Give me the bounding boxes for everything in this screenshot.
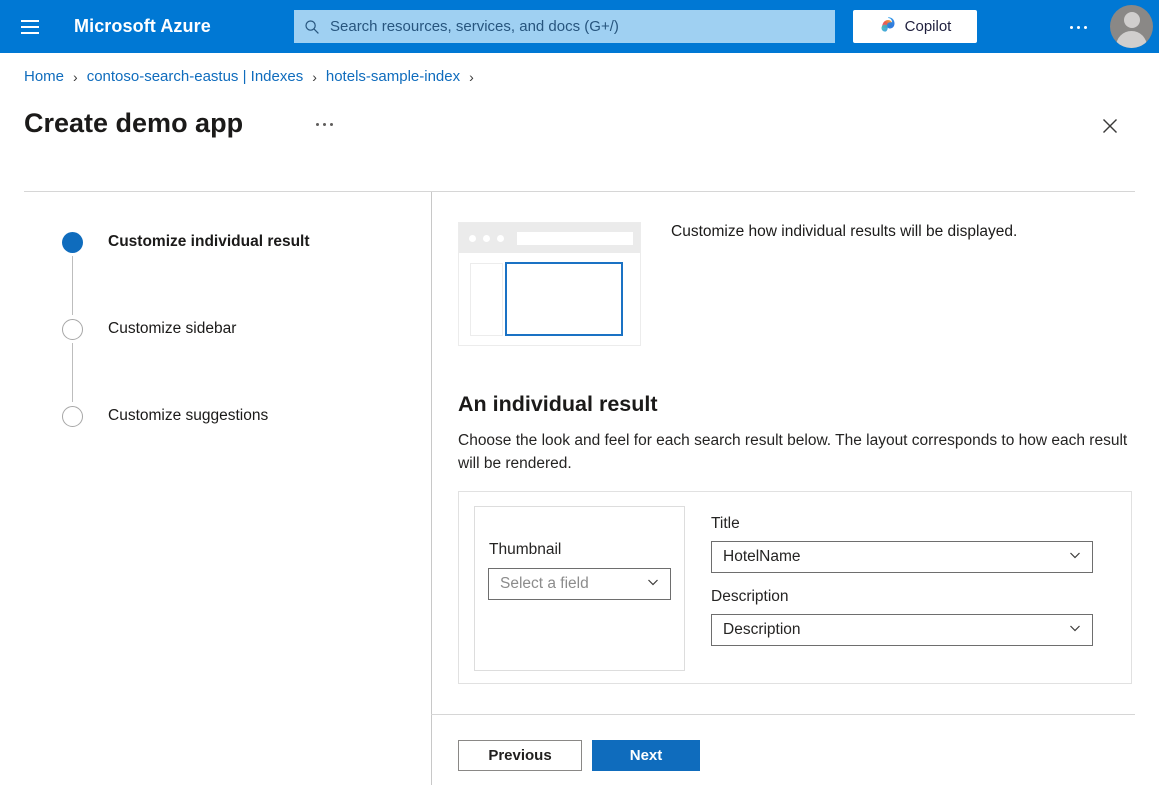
- dot: [1070, 26, 1073, 29]
- stepper-item-label: Customize sidebar: [108, 315, 236, 343]
- hamburger-icon[interactable]: [8, 0, 52, 53]
- breadcrumb-separator-icon: ›: [469, 69, 474, 85]
- hamburger-bar: [21, 20, 39, 22]
- chevron-down-icon: [646, 575, 660, 594]
- step-indicator-pending-icon: [58, 315, 86, 343]
- description-field-group: Description Description: [711, 588, 1093, 646]
- dot: [316, 123, 319, 126]
- global-search-input[interactable]: Search resources, services, and docs (G+…: [294, 10, 835, 43]
- footer-divider: [431, 714, 1135, 715]
- panel-intro-text: Customize how individual results will be…: [671, 223, 1017, 241]
- preview-browser-chrome: [459, 223, 640, 253]
- result-fields-group: Title HotelName Description Description: [711, 515, 1093, 661]
- step-connector-line: [72, 256, 74, 315]
- chevron-down-icon: [1068, 621, 1082, 640]
- section-heading: An individual result: [458, 392, 658, 417]
- avatar-head: [1124, 12, 1140, 28]
- stepper-item-label: Customize suggestions: [108, 402, 268, 430]
- thumbnail-field-box: Thumbnail Select a field: [474, 506, 685, 671]
- hamburger-bar: [21, 32, 39, 34]
- preview-dot: [497, 235, 504, 242]
- step-connector-line: [72, 343, 74, 402]
- thumbnail-select[interactable]: Select a field: [488, 568, 671, 600]
- stepper-item-customize-suggestions[interactable]: Customize suggestions: [58, 402, 310, 432]
- header-divider: [24, 191, 1135, 192]
- next-button[interactable]: Next: [592, 740, 700, 771]
- account-avatar-icon[interactable]: [1110, 5, 1153, 48]
- dot: [1084, 26, 1087, 29]
- wizard-stepper: Customize individual result Customize si…: [58, 228, 310, 432]
- preview-results-region-highlight: [505, 262, 623, 336]
- dot: [1077, 26, 1080, 29]
- preview-dot: [483, 235, 490, 242]
- copilot-icon: [879, 15, 898, 39]
- close-icon[interactable]: [1098, 114, 1122, 138]
- title-field-group: Title HotelName: [711, 515, 1093, 573]
- search-icon: [304, 19, 320, 35]
- azure-brand-label[interactable]: Microsoft Azure: [74, 16, 211, 37]
- page-more-ellipsis-icon[interactable]: [312, 119, 337, 130]
- breadcrumb-item-service[interactable]: contoso-search-eastus | Indexes: [87, 68, 304, 85]
- title-label: Title: [711, 515, 1093, 533]
- panel-vertical-divider: [431, 192, 432, 785]
- title-select[interactable]: HotelName: [711, 541, 1093, 573]
- breadcrumb-item-home[interactable]: Home: [24, 68, 64, 85]
- chevron-down-icon: [1068, 548, 1082, 567]
- copilot-label: Copilot: [905, 18, 952, 35]
- title-select-value: HotelName: [723, 548, 801, 566]
- topbar-ellipsis-icon[interactable]: [1062, 16, 1094, 38]
- dot: [330, 123, 333, 126]
- avatar-body: [1116, 31, 1147, 48]
- previous-button[interactable]: Previous: [458, 740, 582, 771]
- breadcrumb-separator-icon: ›: [73, 69, 78, 85]
- section-description: Choose the look and feel for each search…: [458, 429, 1130, 475]
- description-select[interactable]: Description: [711, 614, 1093, 646]
- step-dot-filled: [62, 232, 83, 253]
- preview-dot: [469, 235, 476, 242]
- dot: [323, 123, 326, 126]
- breadcrumb-separator-icon: ›: [312, 69, 317, 85]
- breadcrumb-item-index[interactable]: hotels-sample-index: [326, 68, 460, 85]
- hamburger-bar: [21, 26, 39, 28]
- stepper-item-customize-individual-result[interactable]: Customize individual result: [58, 228, 310, 315]
- search-placeholder-text: Search resources, services, and docs (G+…: [330, 18, 619, 35]
- stepper-item-label: Customize individual result: [108, 228, 310, 256]
- description-label: Description: [711, 588, 1093, 606]
- thumbnail-label: Thumbnail: [489, 541, 561, 559]
- page-title: Create demo app: [24, 108, 243, 139]
- individual-result-form-card: Thumbnail Select a field Title HotelName: [458, 491, 1132, 684]
- preview-sidebar-region: [470, 263, 503, 336]
- step-dot-hollow: [62, 406, 83, 427]
- thumbnail-select-value: Select a field: [500, 575, 589, 593]
- step-indicator-active-icon: [58, 228, 86, 256]
- preview-address-bar: [517, 232, 633, 245]
- copilot-button[interactable]: Copilot: [853, 10, 977, 43]
- description-select-value: Description: [723, 621, 801, 639]
- layout-preview-illustration: [458, 222, 641, 346]
- stepper-item-customize-sidebar[interactable]: Customize sidebar: [58, 315, 310, 402]
- step-dot-hollow: [62, 319, 83, 340]
- breadcrumb: Home › contoso-search-eastus | Indexes ›…: [24, 68, 483, 85]
- step-indicator-pending-icon: [58, 402, 86, 430]
